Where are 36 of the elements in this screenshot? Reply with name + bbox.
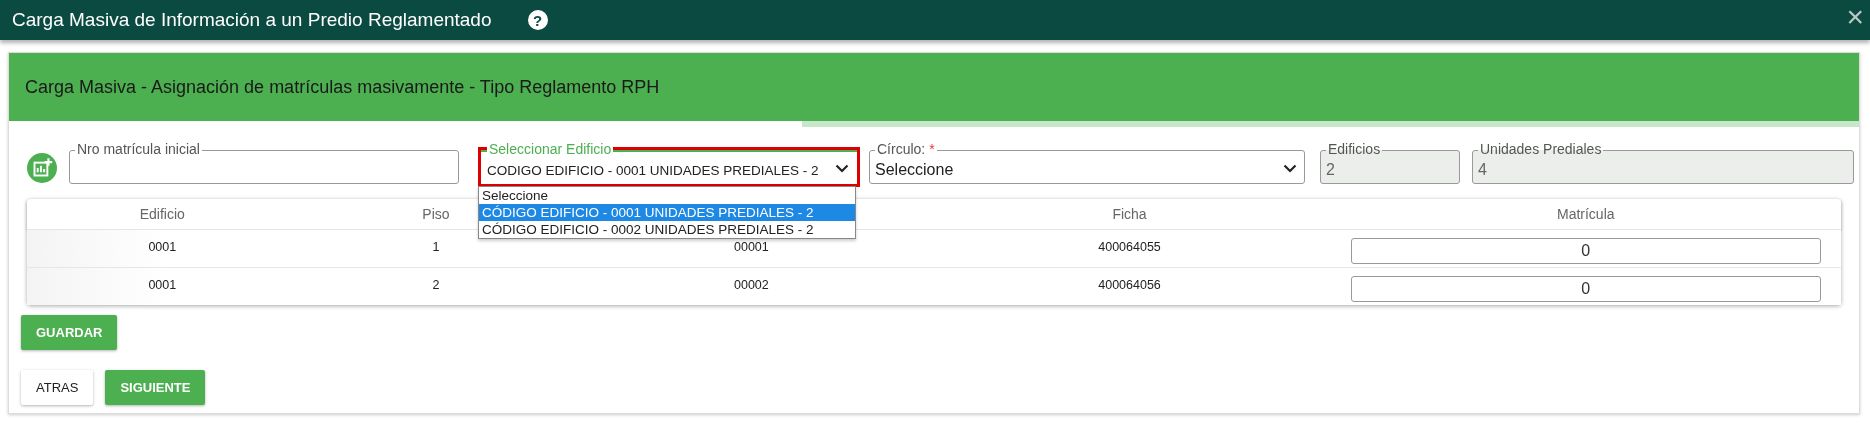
table-cell: 0001 [148,240,177,254]
table-cell: 00001 [734,240,769,254]
table-cell: 400064056 [1098,278,1161,292]
back-button[interactable]: ATRAS [21,370,94,405]
column-header: Piso [422,206,450,222]
field-label: Seleccionar Edificio [487,141,614,157]
dropdown-option[interactable]: Seleccione [479,187,855,204]
chevron-icon [835,164,849,173]
add-chart-icon[interactable] [27,153,57,183]
help-icon[interactable]: ? [527,10,548,30]
table-cell: 400064055 [1098,240,1161,254]
input-field[interactable]: 0 [1350,276,1821,302]
field-label: Círculo: * [875,141,937,157]
field-label: Unidades Prediales [1478,141,1604,157]
input-field[interactable]: Nro matrícula inicial [69,141,459,184]
chevron-icon [1283,164,1297,173]
field-label: Nro matrícula inicial [75,141,202,157]
table-cell: 1 [432,240,440,254]
close-icon[interactable]: × [1846,2,1864,32]
circle-select[interactable]: Círculo: * Seleccione [869,141,1305,184]
column-header: Ficha [1112,206,1147,222]
field-value: 2 [1326,160,1335,179]
field-value: 4 [1478,160,1487,179]
window-title: Carga Masiva de Información a un Predio Reglamentado [12,9,492,31]
column-header: Edificio [139,206,185,222]
table-cell: 2 [432,278,440,292]
section-title: Carga Masiva - Asignación de matrículas masivamente - Tipo Reglamento RPH [25,76,660,98]
table-cell: 0001 [148,278,177,292]
dropdown-option[interactable]: CÓDIGO EDIFICIO - 0001 UNIDADES PREDIALES - 2 [479,204,855,221]
select-value: Seleccione [875,160,954,179]
field-label: Edificios [1326,141,1383,157]
table-cell: 00002 [734,278,769,292]
column-header: Matrícula [1556,206,1615,222]
dropdown-option[interactable]: CÓDIGO EDIFICIO - 0002 UNIDADES PREDIALES - 2 [479,221,855,238]
select-value: CODIGO EDIFICIO - 0001 UNIDADES PREDIALES - 2 [487,161,819,178]
input-field[interactable]: 0 [1350,238,1821,264]
